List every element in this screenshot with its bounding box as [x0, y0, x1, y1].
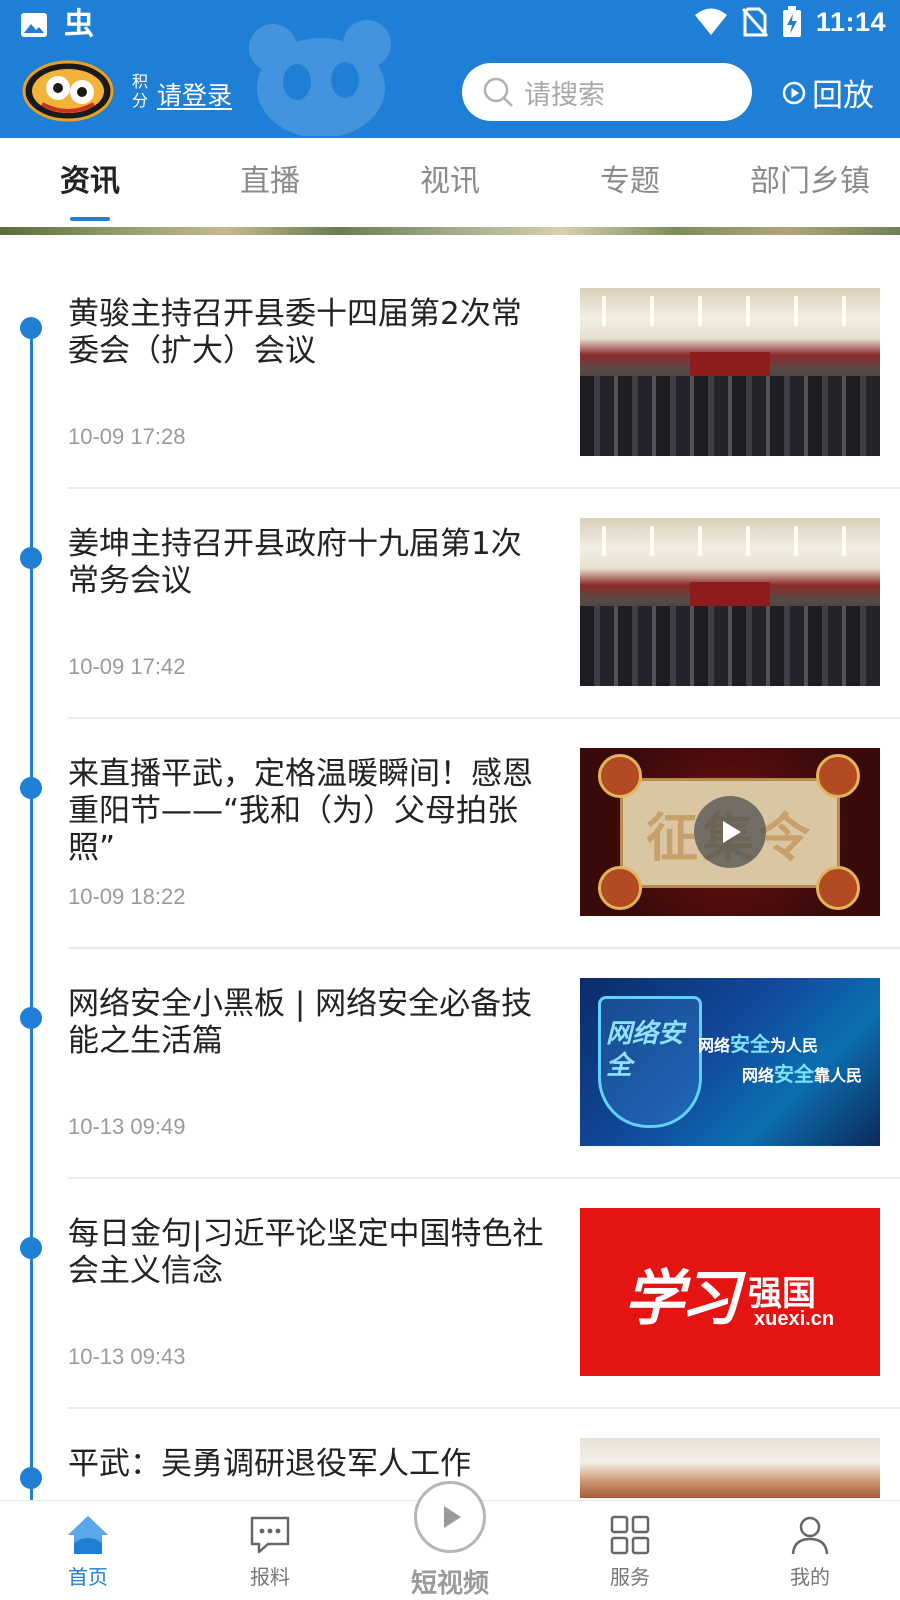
news-thumbnail[interactable]	[580, 1438, 880, 1498]
news-time: 10-09 17:42	[68, 654, 186, 679]
search-icon	[483, 77, 513, 107]
news-title[interactable]: 来直播平武，定格温暖瞬间！感恩重阳节——“我和（为）父母拍张照”	[68, 756, 550, 867]
news-time: 10-09 18:22	[68, 884, 186, 909]
nav-home-label: 首页	[68, 1565, 108, 1589]
timeline-dot	[20, 1237, 42, 1259]
app-bar: 积分 请登录 请搜索 回放	[0, 56, 900, 136]
status-time: 11:14	[815, 6, 886, 37]
home-icon	[68, 1516, 108, 1554]
nav-profile[interactable]: 我的	[750, 1501, 870, 1600]
chat-bubble-icon	[250, 1516, 290, 1554]
slogan-line-1: 网络安全为人民	[698, 1032, 819, 1056]
timeline-dot	[20, 317, 42, 339]
play-icon	[723, 821, 741, 843]
nav-short-video[interactable]: 短视频	[401, 1481, 499, 1599]
tab-live[interactable]: 直播	[185, 138, 355, 226]
nav-services[interactable]: 服务	[570, 1501, 690, 1600]
news-time: 10-09 17:28	[68, 424, 186, 449]
news-title[interactable]: 黄骏主持召开县委十四届第2次常委会（扩大）会议	[68, 296, 550, 370]
replay-button[interactable]: 回放	[782, 70, 874, 115]
nav-profile-label: 我的	[790, 1565, 830, 1589]
category-tabs: 资讯 直播 视讯 专题 部门乡镇	[0, 138, 900, 226]
news-thumbnail[interactable]	[580, 518, 880, 686]
nav-home[interactable]: 首页	[28, 1501, 148, 1600]
video-thumbnail[interactable]: 征集令	[580, 748, 880, 916]
bottom-navigation: 首页 报料 短视频 服务 我的	[0, 1481, 900, 1600]
poster-corner	[816, 754, 860, 798]
play-button[interactable]	[694, 796, 766, 868]
search-placeholder: 请搜索	[524, 79, 605, 111]
panda-logo-icon[interactable]	[22, 60, 114, 122]
news-time: 10-13 09:43	[68, 1344, 186, 1369]
nav-report[interactable]: 报料	[210, 1501, 330, 1600]
audience	[580, 376, 880, 456]
news-item[interactable]: 姜坤主持召开县政府十九届第1次常务会议 10-09 17:42	[0, 480, 900, 719]
timeline-dot	[20, 547, 42, 569]
news-title[interactable]: 姜坤主持召开县政府十九届第1次常务会议	[68, 526, 550, 600]
replay-label: 回放	[812, 78, 874, 114]
xuexi-logo: 学习	[624, 1264, 740, 1334]
app-header: 虫 11:14 积分 请登录 请搜索 回放	[0, 0, 900, 138]
ceiling-lights	[580, 526, 880, 556]
slogan-line-2: 网络安全靠人民	[742, 1062, 863, 1086]
news-time: 10-13 09:49	[68, 1114, 186, 1139]
status-bar: 虫 11:14	[0, 0, 900, 50]
news-thumbnail[interactable]: 学习 强国 xuexi.cn	[580, 1208, 880, 1376]
poster-corner	[598, 754, 642, 798]
news-thumbnail[interactable]	[580, 288, 880, 456]
news-item[interactable]: 黄骏主持召开县委十四届第2次常委会（扩大）会议 10-09 17:28	[0, 250, 900, 489]
tab-news[interactable]: 资讯	[5, 138, 175, 226]
play-icon	[444, 1506, 461, 1528]
login-link[interactable]: 请登录	[157, 76, 232, 112]
timeline-dot	[20, 777, 42, 799]
timeline-dot	[20, 1007, 42, 1029]
play-circle-icon	[782, 81, 806, 104]
ceiling-lights	[580, 296, 880, 326]
news-title[interactable]: 平武：吴勇调研退役军人工作	[68, 1446, 550, 1483]
bug-icon: 虫	[64, 7, 94, 42]
tab-video-news[interactable]: 视讯	[365, 138, 535, 226]
timeline-dot	[20, 1467, 42, 1489]
banner-image-strip	[0, 227, 900, 235]
points-label: 积分	[132, 72, 149, 110]
nav-services-label: 服务	[610, 1565, 650, 1589]
audience	[580, 606, 880, 686]
image-icon	[21, 13, 47, 37]
xuexi-url: xuexi.cn	[754, 1308, 835, 1330]
news-thumbnail[interactable]: 网络安全 网络安全为人民 网络安全靠人民	[580, 978, 880, 1146]
battery-charging-icon	[782, 6, 801, 37]
shield-text: 网络安全	[606, 1019, 685, 1081]
poster-corner	[816, 866, 860, 910]
news-title[interactable]: 网络安全小黑板 | 网络安全必备技能之生活篇	[68, 986, 550, 1060]
search-input[interactable]: 请搜索	[462, 63, 752, 121]
person-icon	[791, 1516, 829, 1555]
wifi-icon	[694, 8, 727, 35]
news-item[interactable]: 来直播平武，定格温暖瞬间！感恩重阳节——“我和（为）父母拍张照” 10-09 1…	[0, 710, 900, 949]
news-item[interactable]: 每日金句|习近平论坚定中国特色社会主义信念 10-13 09:43 学习 强国 …	[0, 1170, 900, 1409]
nav-report-label: 报料	[250, 1565, 290, 1589]
tab-departments[interactable]: 部门乡镇	[725, 138, 895, 226]
news-title[interactable]: 每日金句|习近平论坚定中国特色社会主义信念	[68, 1216, 550, 1290]
nav-short-video-label: 短视频	[410, 1569, 489, 1599]
poster-corner	[598, 866, 642, 910]
grid-icon	[610, 1515, 650, 1555]
news-item[interactable]: 网络安全小黑板 | 网络安全必备技能之生活篇 10-13 09:49 网络安全 …	[0, 940, 900, 1179]
short-video-button[interactable]	[414, 1481, 486, 1553]
tab-active-indicator	[70, 217, 110, 221]
no-sim-icon	[741, 7, 768, 37]
tab-topics[interactable]: 专题	[545, 138, 715, 226]
